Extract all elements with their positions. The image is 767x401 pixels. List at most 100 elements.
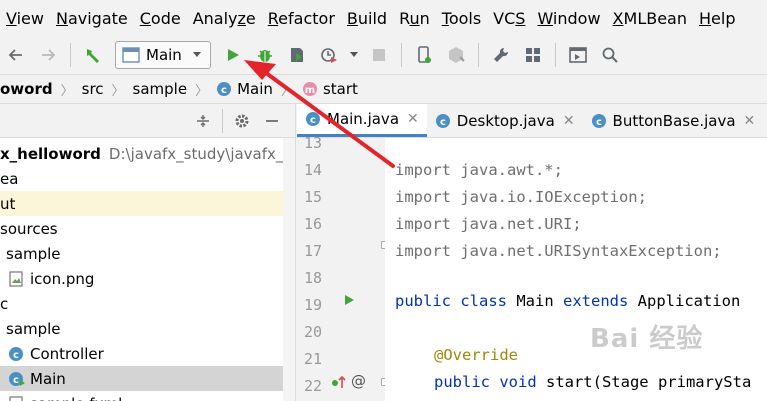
editor-tab[interactable]: c Desktop.java ✕ bbox=[427, 104, 583, 137]
tree-item[interactable]: c Controller bbox=[0, 341, 295, 366]
run-configuration-selector[interactable]: Main bbox=[115, 41, 211, 69]
menu-item[interactable]: VCS bbox=[493, 9, 525, 28]
editor-tab[interactable]: c Main.java ✕ bbox=[297, 104, 427, 137]
tree-item-path: D:\javafx_study\javafx_he bbox=[108, 144, 296, 163]
breadcrumb-package[interactable]: sample bbox=[133, 80, 188, 98]
project-structure-icon[interactable] bbox=[519, 41, 547, 69]
menu-item[interactable]: Run bbox=[399, 9, 430, 28]
sdk-manager-icon[interactable] bbox=[442, 41, 470, 69]
collapse-all-icon[interactable] bbox=[190, 107, 216, 135]
menu-item[interactable]: Navigate bbox=[56, 9, 128, 28]
tree-item[interactable]: sample bbox=[0, 241, 295, 266]
breadcrumb-separator: 〉 bbox=[60, 83, 74, 99]
run-config-name: Main bbox=[146, 46, 182, 64]
line-number: 17 bbox=[303, 242, 322, 260]
gear-icon[interactable] bbox=[229, 107, 255, 135]
line-number: 14 bbox=[303, 161, 322, 179]
tree-item[interactable]: sample.fxml bbox=[0, 391, 295, 401]
forward-icon[interactable] bbox=[34, 41, 62, 69]
project-tool-window: x_helloword D:\javafx_study\javafx_he ea ut… bbox=[0, 104, 296, 401]
close-icon[interactable]: ✕ bbox=[744, 113, 756, 129]
search-icon[interactable] bbox=[596, 41, 624, 69]
editor-tab-label: ButtonBase.java bbox=[612, 111, 736, 130]
tree-item-label: ut bbox=[0, 194, 16, 213]
line-number: 18 bbox=[303, 269, 322, 287]
tree-item[interactable]: ut bbox=[0, 191, 295, 216]
line-number: 16 bbox=[303, 215, 322, 233]
implementation-marker-icon[interactable] bbox=[331, 374, 349, 390]
menu-item[interactable]: Help bbox=[699, 9, 735, 28]
run-icon[interactable] bbox=[219, 41, 247, 69]
close-icon[interactable]: ✕ bbox=[407, 111, 419, 127]
class-icon: c bbox=[435, 113, 450, 128]
run-anything-icon[interactable] bbox=[564, 41, 592, 69]
menu-item[interactable]: Code bbox=[140, 9, 181, 28]
class-name: Main bbox=[516, 291, 563, 310]
code-line-21: @Override bbox=[434, 341, 518, 368]
menu-item[interactable]: XMLBean bbox=[613, 9, 687, 28]
run-gutter-icon[interactable] bbox=[343, 294, 355, 306]
runnable-class-icon: c bbox=[9, 371, 25, 386]
tree-item[interactable]: ea bbox=[0, 166, 295, 191]
code-line: import java.io.IOException; bbox=[395, 187, 647, 206]
tree-item[interactable]: icon.png bbox=[0, 266, 295, 291]
breadcrumb-separator: 〉 bbox=[195, 83, 209, 99]
menu-item[interactable]: Analyze bbox=[193, 9, 256, 28]
svg-text:c: c bbox=[13, 375, 19, 386]
device-manager-icon[interactable] bbox=[410, 41, 438, 69]
override-at-icon[interactable]: @ bbox=[351, 372, 366, 390]
method-icon: m bbox=[302, 82, 317, 96]
annotation: @Override bbox=[434, 345, 518, 364]
tree-item-label: icon.png bbox=[30, 269, 95, 288]
run-with-coverage-icon[interactable] bbox=[283, 41, 311, 69]
tree-item[interactable]: c bbox=[0, 291, 295, 316]
code-line-19: public class Main extends Application bbox=[395, 287, 740, 314]
menu-item[interactable]: View bbox=[6, 9, 44, 28]
line-number: 21 bbox=[303, 350, 322, 368]
profiler-dropdown-icon[interactable] bbox=[347, 41, 361, 69]
line-number: 13 bbox=[303, 134, 322, 152]
code-line: import java.net.URISyntaxException; bbox=[395, 241, 722, 260]
close-icon[interactable]: ✕ bbox=[563, 113, 575, 129]
breadcrumb-src[interactable]: src bbox=[82, 80, 104, 98]
tree-item-label: sample.fxml bbox=[30, 395, 122, 401]
tree-item[interactable]: c Main bbox=[0, 366, 295, 391]
profiler-icon[interactable] bbox=[315, 41, 343, 69]
tree-item-label: Controller bbox=[30, 344, 104, 363]
svg-text:c: c bbox=[310, 115, 316, 126]
menu-item[interactable]: Build bbox=[347, 9, 387, 28]
code-line-22: public void start(Stage primarySta bbox=[434, 368, 751, 395]
code-line: import java.net.URI; bbox=[395, 214, 582, 233]
editor-tabs: c Main.java ✕ c Desktop.java ✕ c ButtonBase.jav… bbox=[297, 104, 767, 138]
image-file-icon bbox=[9, 270, 23, 287]
code-line: import java.awt.*; bbox=[395, 160, 563, 179]
editor-tab-label: Desktop.java bbox=[456, 111, 555, 130]
editor-tab[interactable]: c ButtonBase.java ✕ bbox=[583, 104, 764, 137]
menu-item[interactable]: Window bbox=[537, 9, 600, 28]
menu-item[interactable]: Tools bbox=[442, 9, 481, 28]
breadcrumb-project[interactable]: oword bbox=[0, 80, 53, 98]
breadcrumb-separator: 〉 bbox=[111, 83, 125, 99]
tree-item[interactable]: sample bbox=[0, 316, 295, 341]
tree-item[interactable]: x_helloword D:\javafx_study\javafx_he bbox=[0, 141, 296, 166]
tree-item-label: sample bbox=[6, 319, 61, 338]
settings-wrench-icon[interactable] bbox=[487, 41, 515, 69]
line-number: 19 bbox=[303, 296, 322, 314]
toolbar-separator bbox=[400, 43, 402, 67]
tree-item-label: c bbox=[0, 294, 9, 313]
hide-panel-icon[interactable] bbox=[259, 107, 285, 135]
breadcrumb-class[interactable]: c Main bbox=[216, 80, 273, 98]
keyword: extends bbox=[563, 291, 638, 310]
back-icon[interactable] bbox=[2, 41, 30, 69]
breadcrumb-method[interactable]: m start bbox=[302, 80, 358, 98]
debug-bug-icon[interactable] bbox=[251, 41, 279, 69]
keyword: public void bbox=[434, 372, 546, 391]
tree-scrollbar[interactable] bbox=[283, 138, 295, 401]
menu-bar: View Navigate Code Analyze Refactor Build Run T… bbox=[0, 0, 767, 36]
stop-icon[interactable] bbox=[365, 41, 393, 69]
line-number: 22 bbox=[303, 377, 322, 395]
build-hammer-icon[interactable] bbox=[79, 41, 107, 69]
tree-item[interactable]: sources bbox=[0, 216, 295, 241]
superclass-name: Application bbox=[637, 291, 741, 310]
menu-item[interactable]: Refactor bbox=[268, 9, 335, 28]
